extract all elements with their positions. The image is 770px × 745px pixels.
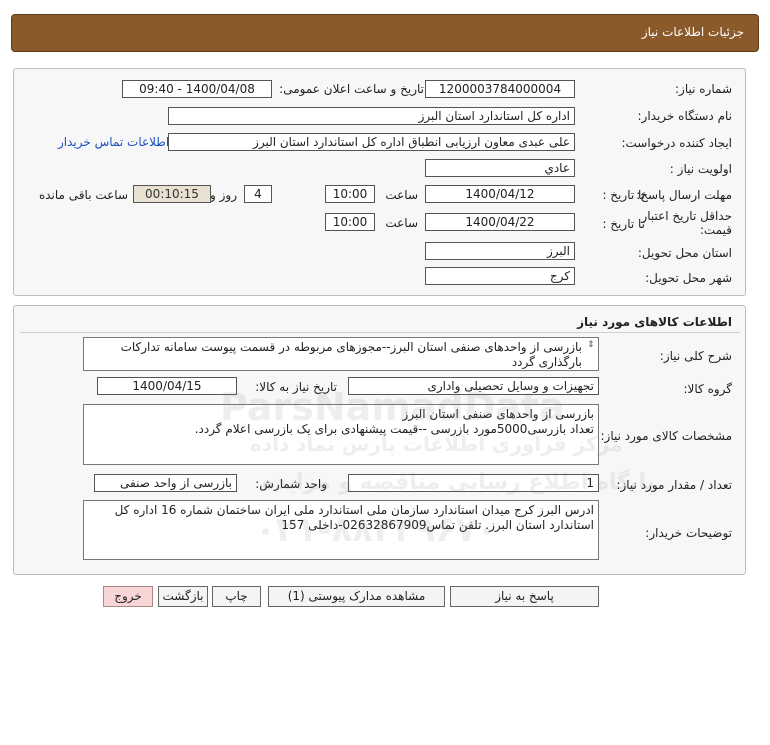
buyer-contact-link[interactable]: اطلاعات تماس خریدار bbox=[58, 135, 169, 149]
validity-time-field: 10:00 bbox=[325, 213, 375, 231]
validity-time-label: ساعت bbox=[385, 216, 418, 230]
city-field: کرج bbox=[425, 267, 575, 285]
need-date-field: 1400/04/15 bbox=[97, 377, 237, 395]
unit-label: واحد شمارش: bbox=[255, 477, 327, 491]
province-label: استان محل تحویل: bbox=[637, 246, 732, 260]
need-number-field: 1200003784000004 bbox=[425, 80, 575, 98]
remaining-days-field: 4 bbox=[244, 185, 272, 203]
quantity-label: تعداد / مقدار مورد نیاز: bbox=[616, 478, 732, 492]
requester-field: علی عبدی معاون ارزیابی انطباق اداره کل ا… bbox=[168, 133, 575, 151]
deadline-to-date-label: تا تاریخ : bbox=[602, 188, 645, 202]
announce-datetime-field: 1400/04/08 - 09:40 bbox=[122, 80, 272, 98]
validity-date-field: 1400/04/22 bbox=[425, 213, 575, 231]
city-label: شهر محل تحویل: bbox=[645, 271, 732, 285]
unit-field: بازرسی از واحد صنفی bbox=[94, 474, 237, 492]
remaining-time-label: ساعت باقی مانده bbox=[38, 188, 128, 202]
need-info-panel bbox=[13, 68, 746, 296]
print-button[interactable]: چاپ bbox=[212, 586, 261, 607]
general-desc-label: شرح کلی نیاز: bbox=[659, 349, 732, 363]
resize-icon: ⇕ bbox=[587, 340, 595, 350]
deadline-time-label: ساعت bbox=[385, 188, 418, 202]
priority-field: عادي bbox=[425, 159, 575, 177]
deadline-date-field: 1400/04/12 bbox=[425, 185, 575, 203]
specs-line-1: بازرسی از واحدهای صنفی استان البرز bbox=[402, 407, 594, 421]
deadline-time-field: 10:00 bbox=[325, 185, 375, 203]
need-number-label: شماره نیاز: bbox=[675, 82, 732, 96]
deadline-label: مهلت ارسال پاسخ: bbox=[636, 188, 732, 202]
back-button[interactable]: بازگشت bbox=[158, 586, 208, 607]
page-title: جزئیات اطلاعات نیاز bbox=[641, 25, 744, 39]
general-desc-field: بازرسی از واحدهای صنفی استان البرز--مجوز… bbox=[83, 337, 599, 371]
buyer-org-label: نام دستگاه خریدار: bbox=[637, 109, 733, 123]
validity-to-date-label: تا تاریخ : bbox=[602, 217, 645, 231]
province-field: البرز bbox=[425, 242, 575, 260]
days-label: روز و bbox=[210, 188, 237, 202]
exit-button[interactable]: خروج bbox=[103, 586, 153, 607]
section-divider bbox=[20, 332, 740, 333]
requester-label: ایجاد کننده درخواست: bbox=[621, 136, 732, 150]
price-validity-label: حداقل تاریخ اعتبار bbox=[641, 209, 732, 223]
need-date-label: تاریخ نیاز به کالا: bbox=[255, 380, 337, 394]
remaining-time-field: 00:10:15 bbox=[133, 185, 211, 203]
announce-datetime-label: تاریخ و ساعت اعلان عمومی: bbox=[279, 82, 424, 96]
specs-label: مشخصات کالای مورد نیاز: bbox=[600, 429, 732, 443]
page-header: جزئیات اطلاعات نیاز bbox=[11, 14, 759, 52]
reply-button[interactable]: پاسخ به نیاز bbox=[450, 586, 599, 607]
view-attachments-button[interactable]: مشاهده مدارک پیوستی (1) bbox=[268, 586, 445, 607]
price-validity-label-2: قیمت: bbox=[699, 223, 732, 237]
goods-group-label: گروه کالا: bbox=[683, 382, 733, 396]
goods-section-title: اطلاعات کالاهای مورد نیاز bbox=[577, 315, 732, 329]
priority-label: اولویت نیاز : bbox=[669, 162, 732, 176]
buyer-notes-field: ادرس البرز کرج میدان استاندارد سازمان مل… bbox=[83, 500, 599, 560]
buyer-notes-label: توضیحات خریدار: bbox=[645, 526, 732, 540]
goods-group-field: تجهیزات و وسایل تحصیلی واداری bbox=[348, 377, 599, 395]
specs-field: بازرسی از واحدهای صنفی استان البرز تعداد… bbox=[83, 404, 599, 465]
specs-line-2: تعداد بازرسی5000مورد بازرسی --قیمت پیشنه… bbox=[194, 422, 594, 436]
buyer-org-field: اداره کل استاندارد استان البرز bbox=[168, 107, 575, 125]
quantity-field: 1 bbox=[348, 474, 599, 492]
